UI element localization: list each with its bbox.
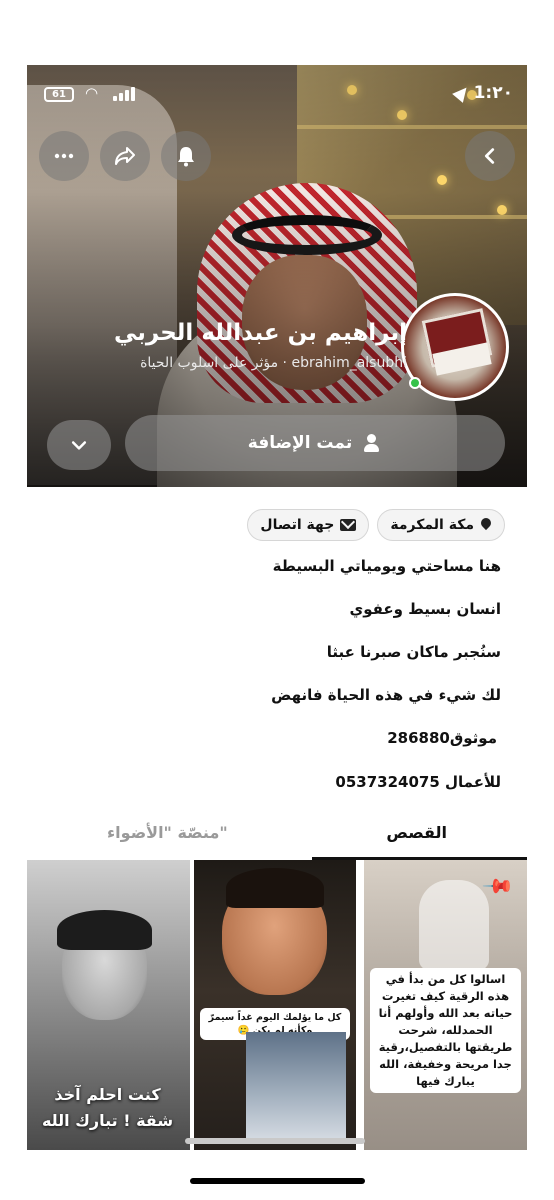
location-pin-icon xyxy=(480,518,492,533)
chevron-left-icon xyxy=(484,148,495,164)
status-bar: 1:٢٠ ◠ 61 xyxy=(27,83,527,107)
story-caption: كنت احلم آخذ شقة ! تبارك الله xyxy=(41,1085,174,1130)
scroll-indicator xyxy=(185,1138,365,1144)
bio-line: انسان بسيط وعفوي xyxy=(349,600,501,618)
profile-subtitle: ebrahim_alsubhi · مؤثر على اسلوب الحياة xyxy=(140,355,407,371)
contact-chip[interactable]: جهة اتصال xyxy=(247,509,370,541)
wifi-icon: ◠ xyxy=(85,84,99,102)
home-indicator[interactable] xyxy=(190,1178,365,1184)
expand-button[interactable] xyxy=(47,420,111,470)
more-options-button[interactable] xyxy=(39,131,89,181)
profile-name: إبراهيم بن عبدالله الحربي xyxy=(114,320,407,346)
app-frame: 1:٢٠ ◠ 61 إبراهيم بن عبدالله الحربي ebra… xyxy=(27,65,527,1150)
notifications-button[interactable] xyxy=(161,131,211,181)
added-friend-label: تمت الإضافة xyxy=(247,433,353,453)
mail-icon xyxy=(340,519,357,531)
location-chip[interactable]: مكة المكرمة xyxy=(377,509,505,541)
profile-tabs: القصص منصّة "الأضواء" xyxy=(27,815,527,860)
bell-icon xyxy=(178,147,194,167)
more-horizontal-icon xyxy=(54,153,74,159)
bio-line: سنُجبر ماكان صبرنا عبثا xyxy=(326,643,501,661)
story-sky-image xyxy=(246,1032,346,1142)
bio-line: لك شيء في هذه الحياة فانهض xyxy=(271,686,501,704)
added-friend-button[interactable]: تمت الإضافة xyxy=(125,415,505,471)
location-arrow-icon xyxy=(452,83,472,103)
location-label: مكة المكرمة xyxy=(390,517,474,533)
profile-chips: مكة المكرمة جهة اتصال xyxy=(247,509,505,541)
battery-icon: 61 xyxy=(44,87,74,102)
stories-grid: 📌 اسالوا كل من بدأ في هذه الرقية كيف تغي… xyxy=(27,860,527,1150)
contact-label: جهة اتصال xyxy=(260,517,335,533)
story-tile[interactable]: كل ما يؤلمك اليوم غداً سيمرّ وكأنه لم يك… xyxy=(194,860,356,1150)
story-caption: اسالوا كل من بدأ في هذه الرقية كيف تغيرت… xyxy=(370,968,521,1093)
story-tile[interactable]: كنت احلم آخذ شقة ! تبارك الله xyxy=(27,860,190,1150)
status-time: 1:٢٠ xyxy=(473,83,513,103)
tab-stories[interactable]: القصص xyxy=(386,823,447,842)
person-check-icon xyxy=(362,434,382,452)
bio-line: هنا مساحتي ويومياتي البسيطة xyxy=(272,557,501,575)
tab-spotlight[interactable]: منصّة "الأضواء" xyxy=(107,823,228,842)
back-button[interactable] xyxy=(465,131,515,181)
share-arrow-icon xyxy=(115,147,135,165)
profile-hero: 1:٢٠ ◠ 61 إبراهيم بن عبدالله الحربي ebra… xyxy=(27,65,527,487)
bio-line: موثوق286880 xyxy=(387,729,497,747)
cellular-signal-icon xyxy=(113,87,135,101)
online-status-dot xyxy=(409,377,421,389)
story-person-hair xyxy=(57,910,152,950)
story-tile[interactable]: 📌 اسالوا كل من بدأ في هذه الرقية كيف تغي… xyxy=(364,860,527,1150)
share-button[interactable] xyxy=(100,131,150,181)
chevron-down-icon xyxy=(71,441,87,450)
story-bottle xyxy=(419,880,489,970)
bio-line[interactable]: للأعمال 0537324075 xyxy=(335,773,501,791)
story-person-hair xyxy=(226,868,324,908)
